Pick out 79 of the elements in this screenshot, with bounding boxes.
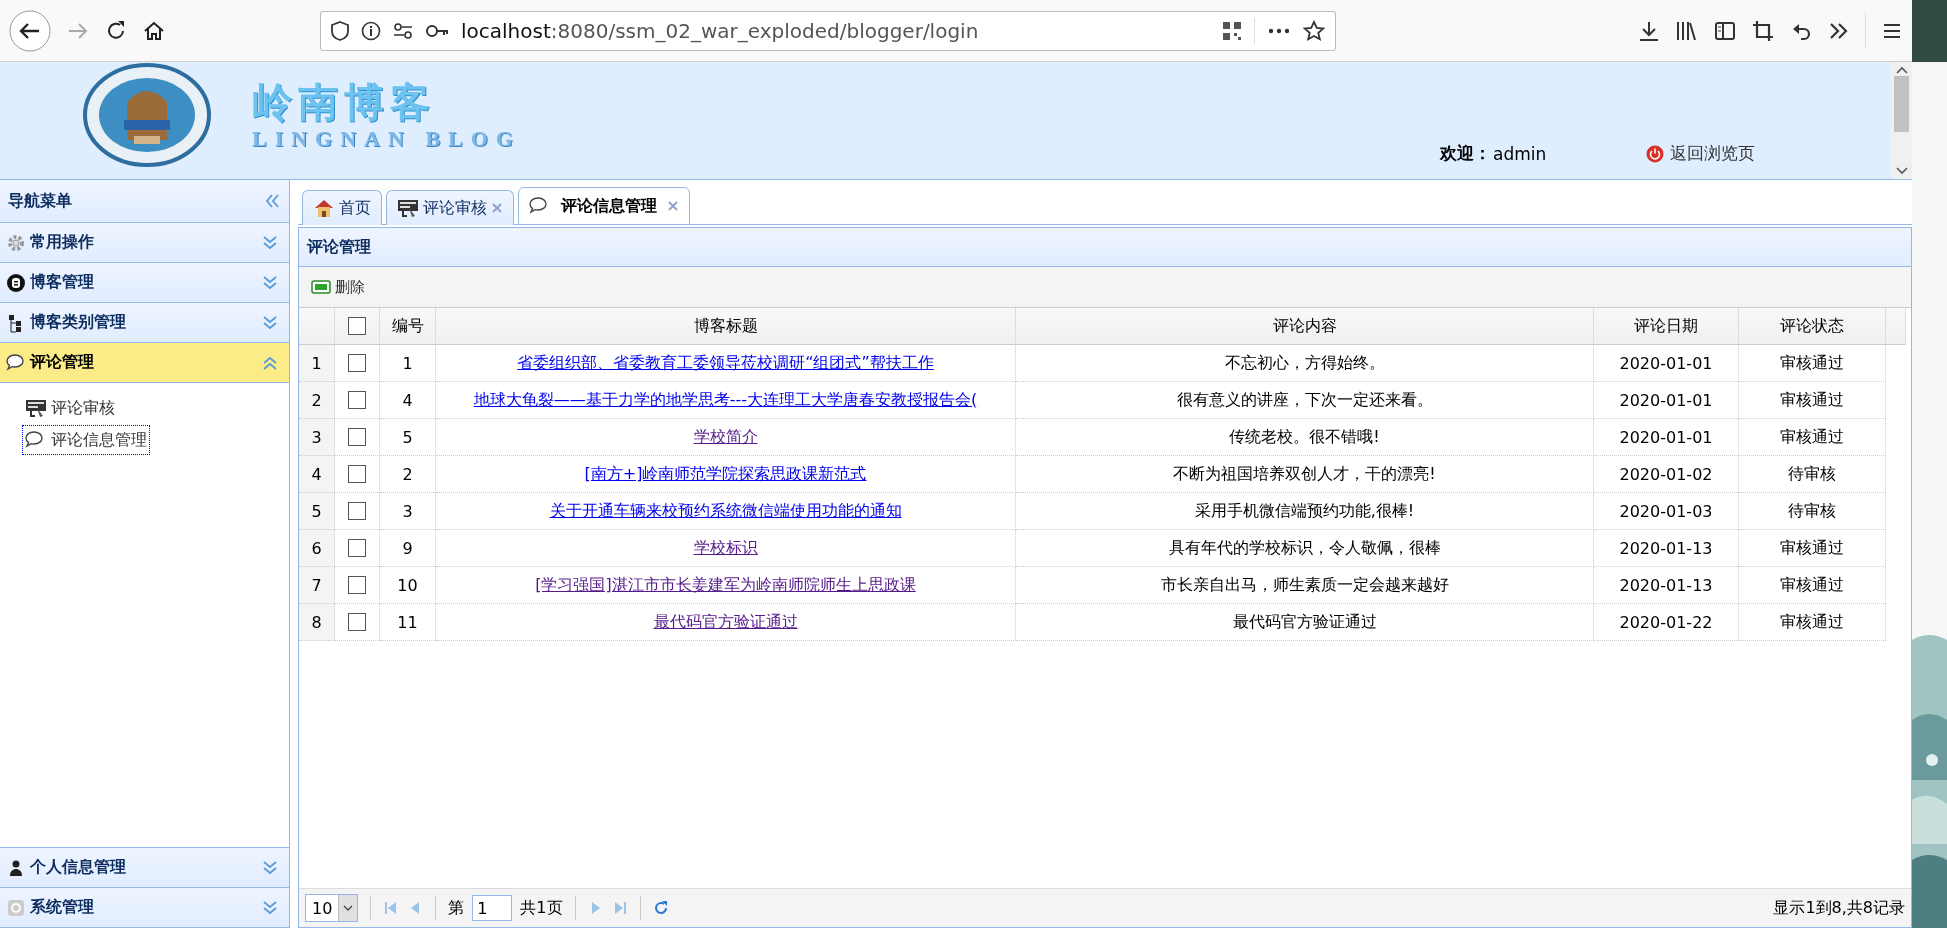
table-cell: 5 — [380, 419, 436, 456]
table-cell: 待审核 — [1739, 456, 1886, 493]
row-number: 4 — [299, 456, 335, 493]
column-header[interactable]: 评论日期 — [1594, 308, 1739, 345]
menu-group-header[interactable]: 评论管理 — [0, 343, 289, 383]
row-number: 2 — [299, 382, 335, 419]
table-cell: 2020-01-02 — [1594, 456, 1739, 493]
table-cell: 审核通过 — [1739, 567, 1886, 604]
return-link[interactable]: 返回浏览页 — [1646, 142, 1756, 165]
menu-group-header[interactable]: 个人信息管理 — [0, 848, 289, 888]
table-cell: 3 — [380, 493, 436, 530]
row-number: 8 — [299, 604, 335, 641]
address-bar[interactable]: localhost:8080/ssm_02_war_exploded/blogger/login — [320, 10, 1336, 51]
tab[interactable]: 评论审核 — [386, 190, 514, 225]
menu-group-header[interactable]: 博客管理 — [0, 263, 289, 303]
table-cell: 审核通过 — [1739, 604, 1886, 641]
delete-button[interactable]: 删除 — [307, 275, 369, 299]
column-header[interactable]: 博客标题 — [436, 308, 1016, 345]
url-text: localhost:8080/ssm_02_war_exploded/blogger/login — [461, 18, 980, 43]
welcome-label: 欢迎： — [1440, 142, 1491, 165]
table-cell: 10 — [380, 567, 436, 604]
menu-group-header[interactable]: 常用操作 — [0, 223, 289, 263]
site-title: 岭南博客 — [252, 78, 437, 126]
menu-group-header[interactable]: 系统管理 — [0, 888, 289, 928]
menu-item[interactable]: 评论审核 — [22, 393, 118, 423]
blog-title-link[interactable]: [南方+]岭南师范学院探索思政课新范式 — [584, 463, 867, 485]
username: admin — [1493, 143, 1547, 164]
table-cell: 2020-01-13 — [1594, 530, 1739, 567]
table-cell: 9 — [380, 530, 436, 567]
table-cell: 2020-01-22 — [1594, 604, 1739, 641]
table-cell: 4 — [380, 382, 436, 419]
page-number-field[interactable]: 1 — [472, 895, 513, 921]
row-number: 5 — [299, 493, 335, 530]
panel-title: 评论管理 — [299, 227, 1911, 267]
table-cell: 传统老校。很不错哦! — [1016, 419, 1594, 456]
blog-title-link[interactable]: 学校标识 — [693, 537, 758, 559]
table-cell: 11 — [380, 604, 436, 641]
table-cell: 审核通过 — [1739, 345, 1886, 382]
table-cell: 2020-01-01 — [1594, 419, 1739, 456]
tab[interactable]: 评论信息管理 — [518, 187, 690, 225]
table-cell: 很有意义的讲座，下次一定还来看。 — [1016, 382, 1594, 419]
row-number: 1 — [299, 345, 335, 382]
table-cell: 最代码官方验证通过 — [1016, 604, 1594, 641]
blog-title-link[interactable]: [学习强国]湛江市市长姜建军为岭南师院师生上思政课 — [535, 574, 916, 596]
column-header[interactable]: 编号 — [380, 308, 436, 345]
table-cell: 2 — [380, 456, 436, 493]
table-cell: 审核通过 — [1739, 419, 1886, 456]
column-header[interactable]: 评论内容 — [1016, 308, 1594, 345]
page-size-select[interactable]: 10 — [305, 894, 359, 922]
table-cell: 市长亲自出马，师生素质一定会越来越好 — [1016, 567, 1594, 604]
table-cell: 1 — [380, 345, 436, 382]
table-cell: 不忘初心，方得始终。 — [1016, 345, 1594, 382]
site-subtitle: LINGNAN BLOG — [252, 126, 521, 152]
table-cell: 2020-01-13 — [1594, 567, 1739, 604]
tab[interactable]: 首页 — [302, 190, 382, 225]
sidebar-title: 导航菜单 — [8, 190, 72, 212]
page-label: 第 — [448, 897, 465, 919]
row-number: 7 — [299, 567, 335, 604]
table-cell: 审核通过 — [1739, 382, 1886, 419]
menu-item[interactable]: 评论信息管理 — [22, 425, 150, 455]
row-number: 6 — [299, 530, 335, 567]
table-cell: 审核通过 — [1739, 530, 1886, 567]
blog-title-link[interactable]: 省委组织部、省委教育工委领导莅校调研“组团式”帮扶工作 — [517, 352, 934, 374]
blog-title-link[interactable]: 地球大龟裂——基于力学的地学思考---大连理工大学唐春安教授报告会( — [473, 389, 978, 411]
table-cell: 采用手机微信端预约功能,很棒! — [1016, 493, 1594, 530]
blog-title-link[interactable]: 最代码官方验证通过 — [653, 611, 798, 633]
blog-title-link[interactable]: 关于开通车辆来校预约系统微信端使用功能的通知 — [549, 500, 902, 522]
table-cell: 2020-01-01 — [1594, 382, 1739, 419]
row-number: 3 — [299, 419, 335, 456]
table-cell: 2020-01-01 — [1594, 345, 1739, 382]
menu-group-header[interactable]: 博客类别管理 — [0, 303, 289, 343]
table-cell: 具有年代的学校标识，令人敬佩，很棒 — [1016, 530, 1594, 567]
page-total: 共1页 — [520, 897, 563, 919]
column-header[interactable]: 评论状态 — [1739, 308, 1886, 345]
table-cell: 待审核 — [1739, 493, 1886, 530]
table-cell: 不断为祖国培养双创人才，干的漂亮! — [1016, 456, 1594, 493]
table-cell: 2020-01-03 — [1594, 493, 1739, 530]
record-summary: 显示1到8,共8记录 — [1773, 897, 1905, 919]
blog-title-link[interactable]: 学校简介 — [693, 426, 758, 448]
